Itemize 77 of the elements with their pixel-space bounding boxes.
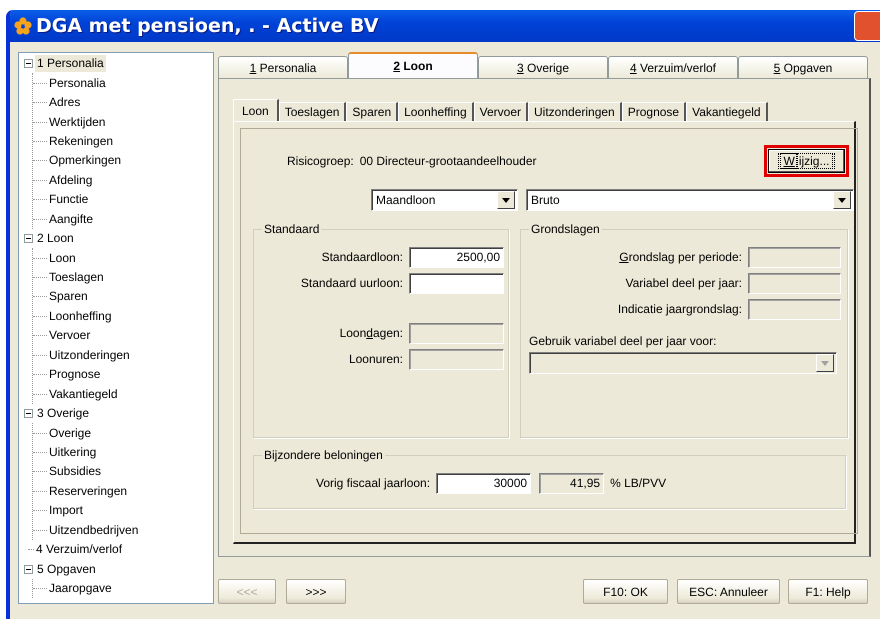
tree-item[interactable]: Aangifte <box>47 210 96 228</box>
tree-item[interactable]: Adres <box>47 94 82 112</box>
field-label: Grondslag per periode: <box>619 250 742 264</box>
tree-item[interactable]: 3 Overige <box>35 405 92 422</box>
tree-item[interactable]: Werktijden <box>47 114 108 131</box>
change-button[interactable]: W ijzig... <box>768 149 845 173</box>
tree-item[interactable]: Afdeling <box>47 172 94 189</box>
button[interactable]: F1: Help <box>788 579 868 604</box>
tree-item[interactable]: Opmerkingen <box>47 152 124 170</box>
unit-label: % LB/PVV <box>610 476 666 490</box>
tree-item[interactable]: Jaaropgave <box>47 580 114 598</box>
tab[interactable]: Loonheffing <box>398 102 474 121</box>
field-label: Loondagen: <box>340 326 403 340</box>
tree-item[interactable]: Uitkering <box>47 444 98 461</box>
tree-item[interactable]: Loonheffing <box>47 308 114 325</box>
tree-item[interactable]: Import <box>47 502 86 520</box>
tab[interactable]: 2 Loon <box>348 52 478 78</box>
tab[interactable]: Vakantiegeld <box>686 102 768 121</box>
tree-item[interactable]: Personalia <box>47 74 108 92</box>
flower-icon <box>14 17 32 35</box>
tab[interactable]: Uitzonderingen <box>528 102 622 121</box>
collapse-icon[interactable] <box>24 59 33 68</box>
tree-item[interactable]: Overige <box>47 424 94 442</box>
dropdown[interactable]: Bruto <box>526 189 854 211</box>
tab[interactable]: Sparen <box>346 102 398 121</box>
tab[interactable]: 4 Verzuim/verlof <box>608 56 738 78</box>
input-field[interactable] <box>409 272 504 294</box>
dropdown-arrow-icon <box>502 198 510 202</box>
tab[interactable]: Loon <box>233 99 279 121</box>
field-label: Risicogroep: <box>287 154 354 168</box>
tree-item[interactable]: Vervoer <box>47 327 92 344</box>
tab[interactable]: 5 Opgaven <box>738 56 868 78</box>
percentage-field: 41,95 <box>539 472 604 494</box>
field-label: Indicatie jaargrondslag: <box>618 302 742 316</box>
dropdown-arrow-icon <box>821 360 829 366</box>
tree-item[interactable]: Reserveringen <box>47 482 130 500</box>
input-field[interactable]: 2500,00 <box>409 246 504 268</box>
tree-item[interactable]: Vakantiegeld <box>47 386 120 403</box>
tab[interactable]: 1 Personalia <box>218 56 348 78</box>
field-label: Loonuren: <box>348 352 403 366</box>
tree-item[interactable]: Prognose <box>47 366 102 384</box>
field-label: Standaard uurloon: <box>300 276 403 290</box>
collapse-icon[interactable] <box>24 234 33 244</box>
field-label: Gebruik variabel deel per jaar voor: <box>529 334 718 348</box>
group-title: Standaard <box>262 222 322 236</box>
tree-item[interactable]: Sparen <box>47 288 90 306</box>
collapse-icon[interactable] <box>24 564 33 574</box>
window-title: DGA met pensioen, . - Active BV <box>36 15 380 37</box>
input-field[interactable]: 30000 <box>436 472 532 494</box>
tree-item[interactable]: Loon <box>47 250 78 267</box>
tree-item[interactable]: Uitzonderingen <box>47 346 132 364</box>
tree-item[interactable]: 5 Opgaven <box>35 560 98 578</box>
tab[interactable]: 3 Overige <box>478 56 608 78</box>
tree-item[interactable]: Functie <box>47 191 90 208</box>
button[interactable]: F10: OK <box>583 579 668 604</box>
group-title: Bijzondere beloningen <box>262 448 385 462</box>
tree-item[interactable]: 2 Loon <box>35 230 76 248</box>
dropdown[interactable]: Maandloon <box>371 189 518 211</box>
tab[interactable]: Vervoer <box>474 102 528 121</box>
tree-item[interactable]: Subsidies <box>47 463 104 480</box>
tree-item[interactable]: 1 Personalia <box>35 55 106 72</box>
tree-item[interactable]: 4 Verzuim/verlof <box>34 541 124 558</box>
button[interactable]: >>> <box>286 579 346 604</box>
field-label: Vorig fiscaal jaarloon: <box>316 476 430 490</box>
tree-item[interactable]: Toeslagen <box>47 269 106 286</box>
tree-item[interactable]: Rekeningen <box>47 132 116 150</box>
group-title: Grondslagen <box>529 222 602 236</box>
collapse-icon[interactable] <box>24 409 33 418</box>
tree-item[interactable]: Uitzendbedrijven <box>47 522 140 539</box>
field-label: Variabel deel per jaar: <box>625 276 742 290</box>
button[interactable]: ESC: Annuleer <box>677 579 780 604</box>
tab[interactable]: Toeslagen <box>278 102 346 121</box>
risk-group-value: 00 Directeur-grootaandeelhouder <box>360 154 538 168</box>
field-label: Standaardloon: <box>322 250 403 264</box>
dropdown-arrow-icon <box>838 198 846 202</box>
tab[interactable]: Prognose <box>622 102 686 121</box>
close-button[interactable] <box>854 11 880 41</box>
